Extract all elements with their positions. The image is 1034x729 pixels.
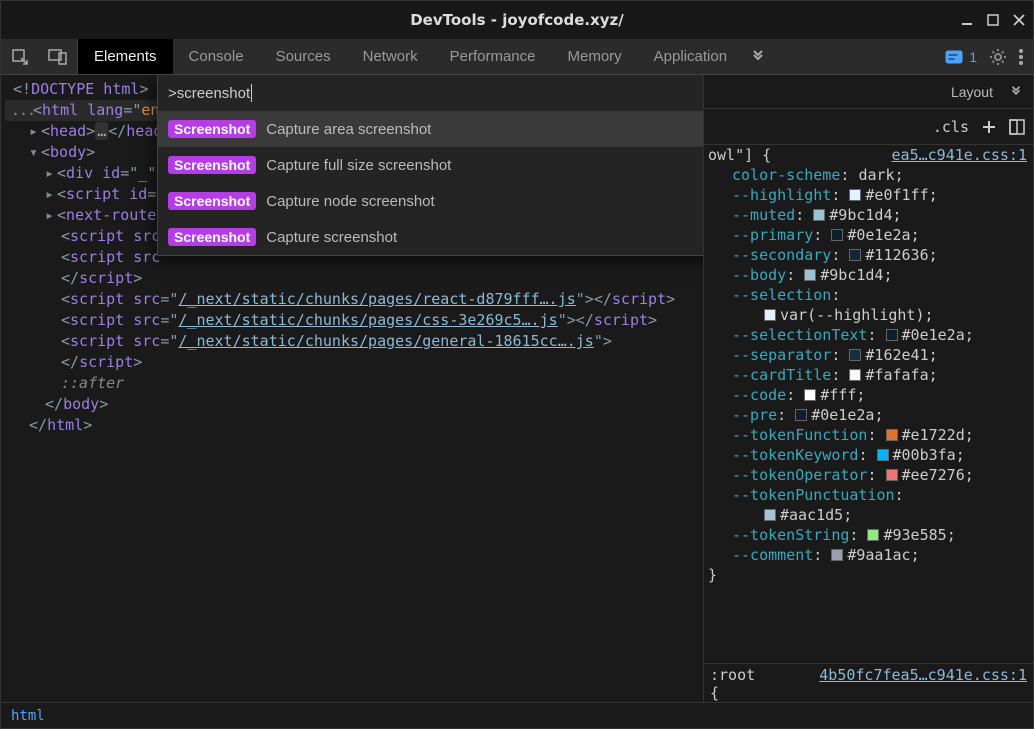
styles-pane-tabs: Layout [704,75,1033,109]
main-area: <!DOCTYPE html><html lang="en▸<head>…</h… [1,75,1033,702]
command-item[interactable]: Screenshot Capture area screenshot [158,111,703,147]
elements-panel[interactable]: <!DOCTYPE html><html lang="en▸<head>…</h… [1,75,703,702]
settings-icon[interactable] [989,48,1007,66]
kebab-icon[interactable] [1019,48,1023,66]
window-title: DevTools - joyofcode.xyz/ [410,11,624,29]
styles-toolbar: .cls [704,109,1033,145]
command-menu: >screenshot Screenshot Capture area scree… [157,75,703,256]
rule-source-link[interactable]: ea5…c941e.css:1 [892,145,1027,165]
tab-performance[interactable]: Performance [434,39,552,74]
tab-network[interactable]: Network [347,39,434,74]
maximize-icon[interactable] [987,14,999,26]
command-kind-badge: Screenshot [168,228,256,246]
layout-tab[interactable]: Layout [951,84,993,100]
panel-tabs: ElementsConsoleSourcesNetworkPerformance… [78,39,743,74]
breadcrumb[interactable]: html [1,702,1033,728]
command-label: Capture full size screenshot [266,157,451,174]
minimize-icon[interactable] [961,14,973,26]
tab-elements[interactable]: Elements [78,39,173,74]
issues-count: 1 [969,49,977,65]
issues-badge[interactable]: 1 [945,49,977,65]
command-label: Capture screenshot [266,229,397,246]
close-icon[interactable] [1013,14,1025,26]
command-kind-badge: Screenshot [168,120,256,138]
device-icon[interactable] [39,39,77,74]
styles-pane: Layout .cls ea5…c941e.css:1owl"] {color-… [703,75,1033,702]
new-rule-icon[interactable] [981,119,997,135]
command-kind-badge: Screenshot [168,156,256,174]
breadcrumb-item[interactable]: html [11,708,45,724]
inspect-icon[interactable] [1,39,39,74]
devtools-window: DevTools - joyofcode.xyz/ ElementsConso [0,0,1034,729]
command-input[interactable]: >screenshot [158,75,703,111]
tab-memory[interactable]: Memory [552,39,638,74]
tab-application[interactable]: Application [638,39,743,74]
command-item[interactable]: Screenshot Capture node screenshot [158,183,703,219]
titlebar: DevTools - joyofcode.xyz/ [1,1,1033,39]
more-tabs-icon[interactable] [743,39,773,74]
more-tabs-icon[interactable] [1009,85,1023,99]
main-toolbar: ElementsConsoleSourcesNetworkPerformance… [1,39,1033,75]
root-rule[interactable]: :root 4b50fc7fea5…c941e.css:1 { [704,663,1033,702]
computed-toggle-icon[interactable] [1009,119,1025,135]
cls-toggle[interactable]: .cls [933,118,969,136]
command-item[interactable]: Screenshot Capture screenshot [158,219,703,255]
tab-sources[interactable]: Sources [260,39,347,74]
tab-console[interactable]: Console [173,39,260,74]
command-label: Capture area screenshot [266,121,431,138]
command-item[interactable]: Screenshot Capture full size screenshot [158,147,703,183]
command-kind-badge: Screenshot [168,192,256,210]
styles-rules[interactable]: ea5…c941e.css:1owl"] {color-scheme: dark… [704,145,1033,663]
command-label: Capture node screenshot [266,193,434,210]
